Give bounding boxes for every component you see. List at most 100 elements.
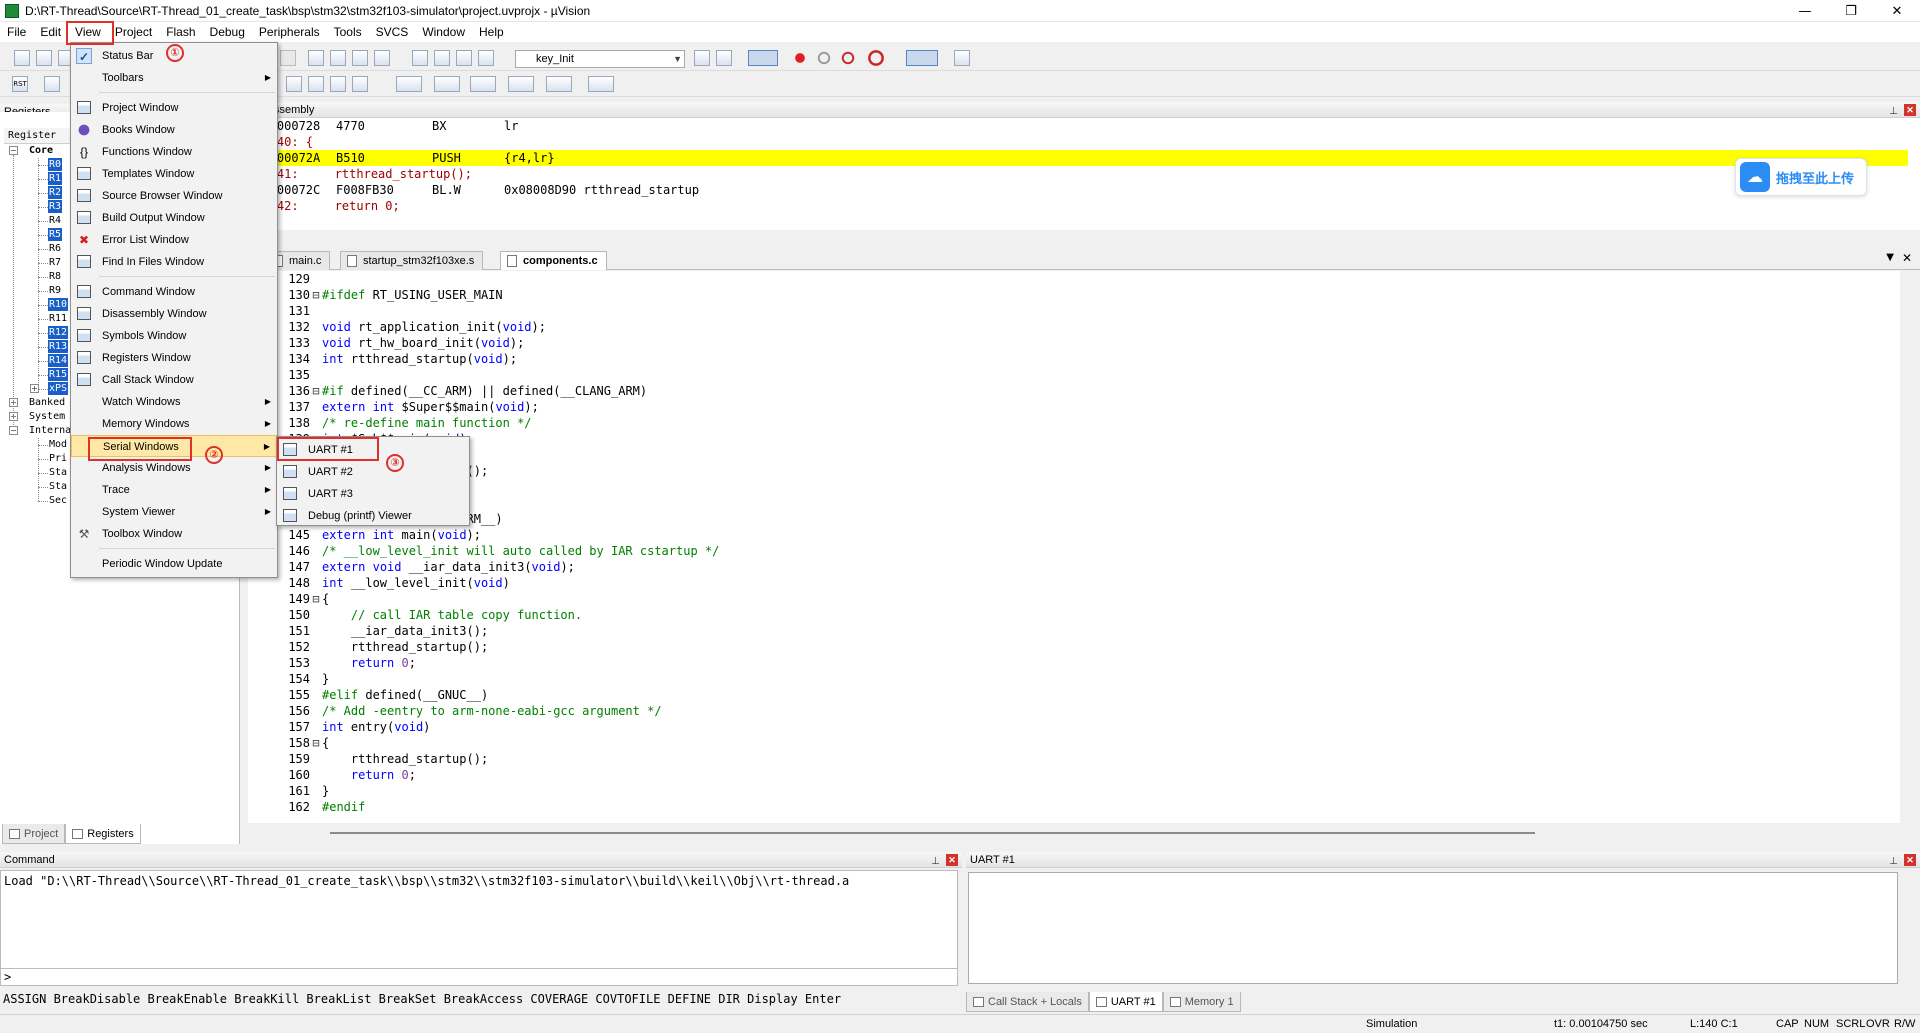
menu-item-functions-window[interactable]: {} Functions Window xyxy=(71,141,277,163)
code-line[interactable]: 140{ xyxy=(248,447,1888,463)
menu-item-uart-3[interactable]: UART #3 xyxy=(277,483,469,505)
trace-window-icon[interactable] xyxy=(546,76,572,92)
code-line[interactable]: 157 int entry(void) xyxy=(248,719,1888,735)
code-line[interactable]: 151 __iar_data_init3(); xyxy=(248,623,1888,639)
disassembly-line[interactable]: 0x08000728 4770 BX lr xyxy=(248,118,1908,134)
incremental-find-icon[interactable] xyxy=(716,50,732,66)
tab-memory1[interactable]: Memory 1 xyxy=(1162,992,1241,1012)
code-line[interactable]: 146/* __low_level_init will auto called … xyxy=(248,543,1888,559)
bookmark-icon[interactable] xyxy=(308,50,324,66)
code-line[interactable]: 134 int rtthread_startup(void); xyxy=(248,351,1888,367)
code-line[interactable]: 130 ⊟ #ifdef RT_USING_USER_MAIN xyxy=(248,287,1888,303)
code-line[interactable]: 133 void rt_hw_board_init(void); xyxy=(248,335,1888,351)
code-line[interactable]: 161} xyxy=(248,783,1888,799)
memory-window-icon[interactable] xyxy=(434,76,460,92)
register-row[interactable]: R11 xyxy=(48,312,68,325)
find-in-files-icon[interactable] xyxy=(694,50,710,66)
configure-icon[interactable] xyxy=(954,50,970,66)
tab-call-stack[interactable]: Call Stack + Locals xyxy=(966,992,1089,1012)
collapse-icon[interactable]: − xyxy=(9,146,18,155)
code-line[interactable]: 158 ⊟{ xyxy=(248,735,1888,751)
menu-flash[interactable]: Flash xyxy=(159,22,202,42)
code-line[interactable]: 138/* re-define main function */ xyxy=(248,415,1888,431)
menu-item-command-window[interactable]: Command Window xyxy=(71,281,277,303)
register-row[interactable]: Pri xyxy=(48,452,68,465)
register-row[interactable]: Banked xyxy=(28,396,66,409)
menu-project[interactable]: Project xyxy=(108,22,159,42)
register-row[interactable]: R5 xyxy=(48,228,63,241)
registers-window-icon[interactable] xyxy=(352,76,368,92)
fold-icon[interactable]: ⊟ xyxy=(310,383,322,399)
menu-item-uart-2[interactable]: UART #2 xyxy=(277,461,469,483)
code-line[interactable]: 142 return 0; xyxy=(248,479,1888,495)
next-bookmark-icon[interactable] xyxy=(352,50,368,66)
register-row[interactable]: R3 xyxy=(48,200,63,213)
menu-item-debug-printf-viewer[interactable]: Debug (printf) Viewer xyxy=(277,505,469,527)
code-line[interactable]: 144#elif defined(__ICCARM__) xyxy=(248,511,1888,527)
code-line[interactable]: 156 /* Add -eentry to arm-none-eabi-gcc a… xyxy=(248,703,1888,719)
menu-tools[interactable]: Tools xyxy=(327,22,369,42)
code-line[interactable]: 148 int __low_level_init(void) xyxy=(248,575,1888,591)
disassembly-window-icon[interactable] xyxy=(308,76,324,92)
menu-item-system-viewer[interactable]: System Viewer ▶ xyxy=(71,501,277,523)
register-row[interactable]: R1 xyxy=(48,172,63,185)
register-row[interactable]: R9 xyxy=(48,284,62,297)
code-line[interactable]: 145 extern int main(void); xyxy=(248,527,1888,543)
tab-project[interactable]: Project xyxy=(2,824,66,844)
code-line[interactable]: 132 void rt_application_init(void); xyxy=(248,319,1888,335)
menu-item-watch-windows[interactable]: Watch Windows ▶ xyxy=(71,391,277,413)
register-row[interactable]: R10 xyxy=(48,298,69,311)
code-line[interactable]: 135 xyxy=(248,367,1888,383)
disassembly-line[interactable]: 141: rtthread_startup(); xyxy=(248,166,1908,182)
new-file-icon[interactable] xyxy=(14,50,30,66)
code-line[interactable]: 137 extern int $Super$$main(void); xyxy=(248,399,1888,415)
toolbox-icon[interactable] xyxy=(588,76,614,92)
clear-bookmarks-icon[interactable] xyxy=(374,50,390,66)
minimize-icon[interactable]: — xyxy=(1782,0,1828,22)
menu-window[interactable]: Window xyxy=(415,22,472,42)
register-row[interactable]: R7 xyxy=(48,256,62,269)
menu-item-books-window[interactable]: Books Window xyxy=(71,119,277,141)
editor-horizontal-scrollbar[interactable] xyxy=(330,832,1535,834)
register-row[interactable]: xPS xyxy=(48,382,69,395)
command-input[interactable]: > xyxy=(0,968,958,986)
menu-help[interactable]: Help xyxy=(472,22,511,42)
uncomment-icon[interactable] xyxy=(478,50,494,66)
code-line[interactable]: 152 rtthread_startup(); xyxy=(248,639,1888,655)
menu-item-memory-windows[interactable]: Memory Windows ▶ xyxy=(71,413,277,435)
serial-window-icon[interactable] xyxy=(470,76,496,92)
register-row[interactable]: Mod xyxy=(48,438,68,451)
code-line[interactable]: 160 return 0; xyxy=(248,767,1888,783)
menu-item-templates-window[interactable]: Templates Window xyxy=(71,163,277,185)
menu-item-symbols-window[interactable]: Symbols Window xyxy=(71,325,277,347)
register-row[interactable]: Sec xyxy=(48,494,68,507)
register-row[interactable]: R12 xyxy=(48,326,69,339)
menu-item-call-stack-window[interactable]: Call Stack Window xyxy=(71,369,277,391)
analysis-window-icon[interactable] xyxy=(508,76,534,92)
breakpoint-icon[interactable] xyxy=(792,50,808,66)
code-line[interactable]: 149 ⊟{ xyxy=(248,591,1888,607)
menu-peripherals[interactable]: Peripherals xyxy=(252,22,327,42)
register-row[interactable]: R6 xyxy=(48,242,62,255)
code-line[interactable]: 143} xyxy=(248,495,1888,511)
code-line[interactable]: 131 xyxy=(248,303,1888,319)
menu-item-toolbox-window[interactable]: ⚒ Toolbox Window xyxy=(71,523,277,545)
register-row[interactable]: R0 xyxy=(48,158,63,171)
symbols-window-icon[interactable] xyxy=(330,76,346,92)
reset-icon[interactable]: RST xyxy=(12,76,28,92)
fold-icon[interactable]: ⊟ xyxy=(310,591,322,607)
command-window-icon[interactable] xyxy=(286,76,302,92)
menu-edit[interactable]: Edit xyxy=(33,22,68,42)
tab-list-chevron-icon[interactable]: ▼ xyxy=(1886,252,1894,263)
open-file-icon[interactable] xyxy=(36,50,52,66)
close-command-icon[interactable]: ✕ xyxy=(946,854,958,866)
tab-startup-s[interactable]: startup_stm32f103xe.s xyxy=(340,251,484,270)
close-disassembly-icon[interactable]: ✕ xyxy=(1904,104,1916,116)
code-line[interactable]: 129 xyxy=(248,271,1888,287)
menu-item-registers-window[interactable]: Registers Window xyxy=(71,347,277,369)
disassembly-line[interactable]: 140: { xyxy=(248,134,1908,150)
code-line[interactable]: 153 return 0; xyxy=(248,655,1888,671)
code-line[interactable]: 159 rtthread_startup(); xyxy=(248,751,1888,767)
close-icon[interactable]: ✕ xyxy=(1874,0,1920,22)
disassembly-line[interactable]: 0x0800072C F008FB30 BL.W 0x08008D90 rtthrea… xyxy=(248,182,1908,198)
